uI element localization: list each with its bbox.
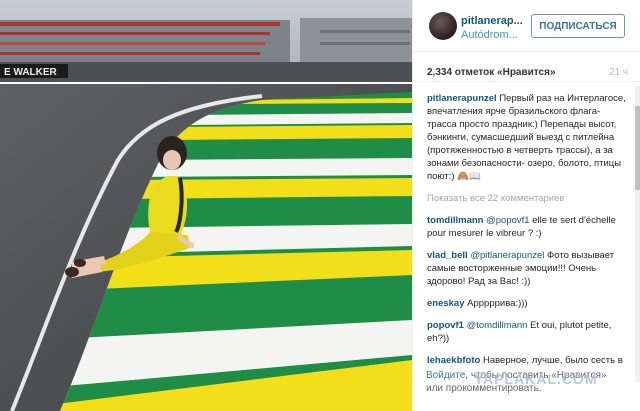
follow-button[interactable]: ПОДПИСАТЬСЯ [531, 14, 625, 38]
post-sidebar: pitlanerap... Autódrom... ПОДПИСАТЬСЯ 2,… [412, 0, 640, 411]
post-location[interactable]: Autódrom... [461, 29, 518, 41]
comment-mention[interactable]: @pitlanerapunzel [470, 250, 544, 261]
scrollbar-thumb[interactable] [635, 106, 640, 190]
caption-text: Первый раз на Интерлагосе, впечатления я… [427, 93, 626, 182]
comment-username[interactable]: tomdillmann [427, 215, 483, 226]
list-item: eneskay Арррррива:))) [427, 297, 627, 310]
comment-mention[interactable]: @tomdillmann [467, 320, 528, 331]
post-photo[interactable]: E WALKER [0, 0, 412, 411]
comment-text: Арррррива:))) [467, 298, 528, 309]
comment-mention[interactable]: @popovf1 [486, 215, 529, 226]
view-all-comments-link[interactable]: Показать все 22 комментариев [427, 192, 627, 205]
post-header: pitlanerap... Autódrom... ПОДПИСАТЬСЯ [413, 0, 640, 52]
post-stats: 2,334 отметок «Нравится» 21 ч [413, 52, 640, 82]
avatar[interactable] [429, 12, 457, 40]
list-item: popovf1 @tomdillmann Et oui, plutot peti… [427, 319, 627, 345]
likes-count[interactable]: 2,334 отметок «Нравится» [427, 67, 556, 78]
comment-username[interactable]: popovf1 [427, 320, 464, 331]
race-track-photo: E WALKER [0, 0, 412, 411]
list-item: vlad_bell @pitlanerapunzel Фото вызывает… [427, 249, 627, 288]
comment-username[interactable]: vlad_bell [427, 250, 468, 261]
post-time[interactable]: 21 ч [609, 67, 628, 78]
comment-list: pitlanerapunzel Первый раз на Интерлагос… [427, 92, 627, 402]
post-username[interactable]: pitlanerap... [461, 15, 523, 27]
list-item: tomdillmann @popovf1 elle te sert d'éche… [427, 214, 627, 240]
caption: pitlanerapunzel Первый раз на Интерлагос… [427, 92, 627, 183]
watermark: YAPLAKAL.COM [474, 371, 598, 387]
comment-username[interactable]: eneskay [427, 298, 465, 309]
login-link[interactable]: Войдите [426, 370, 465, 381]
caption-username[interactable]: pitlanerapunzel [427, 93, 497, 104]
comment-username[interactable]: lehaekbfoto [427, 355, 480, 366]
billboard-text: E WALKER [4, 67, 58, 78]
